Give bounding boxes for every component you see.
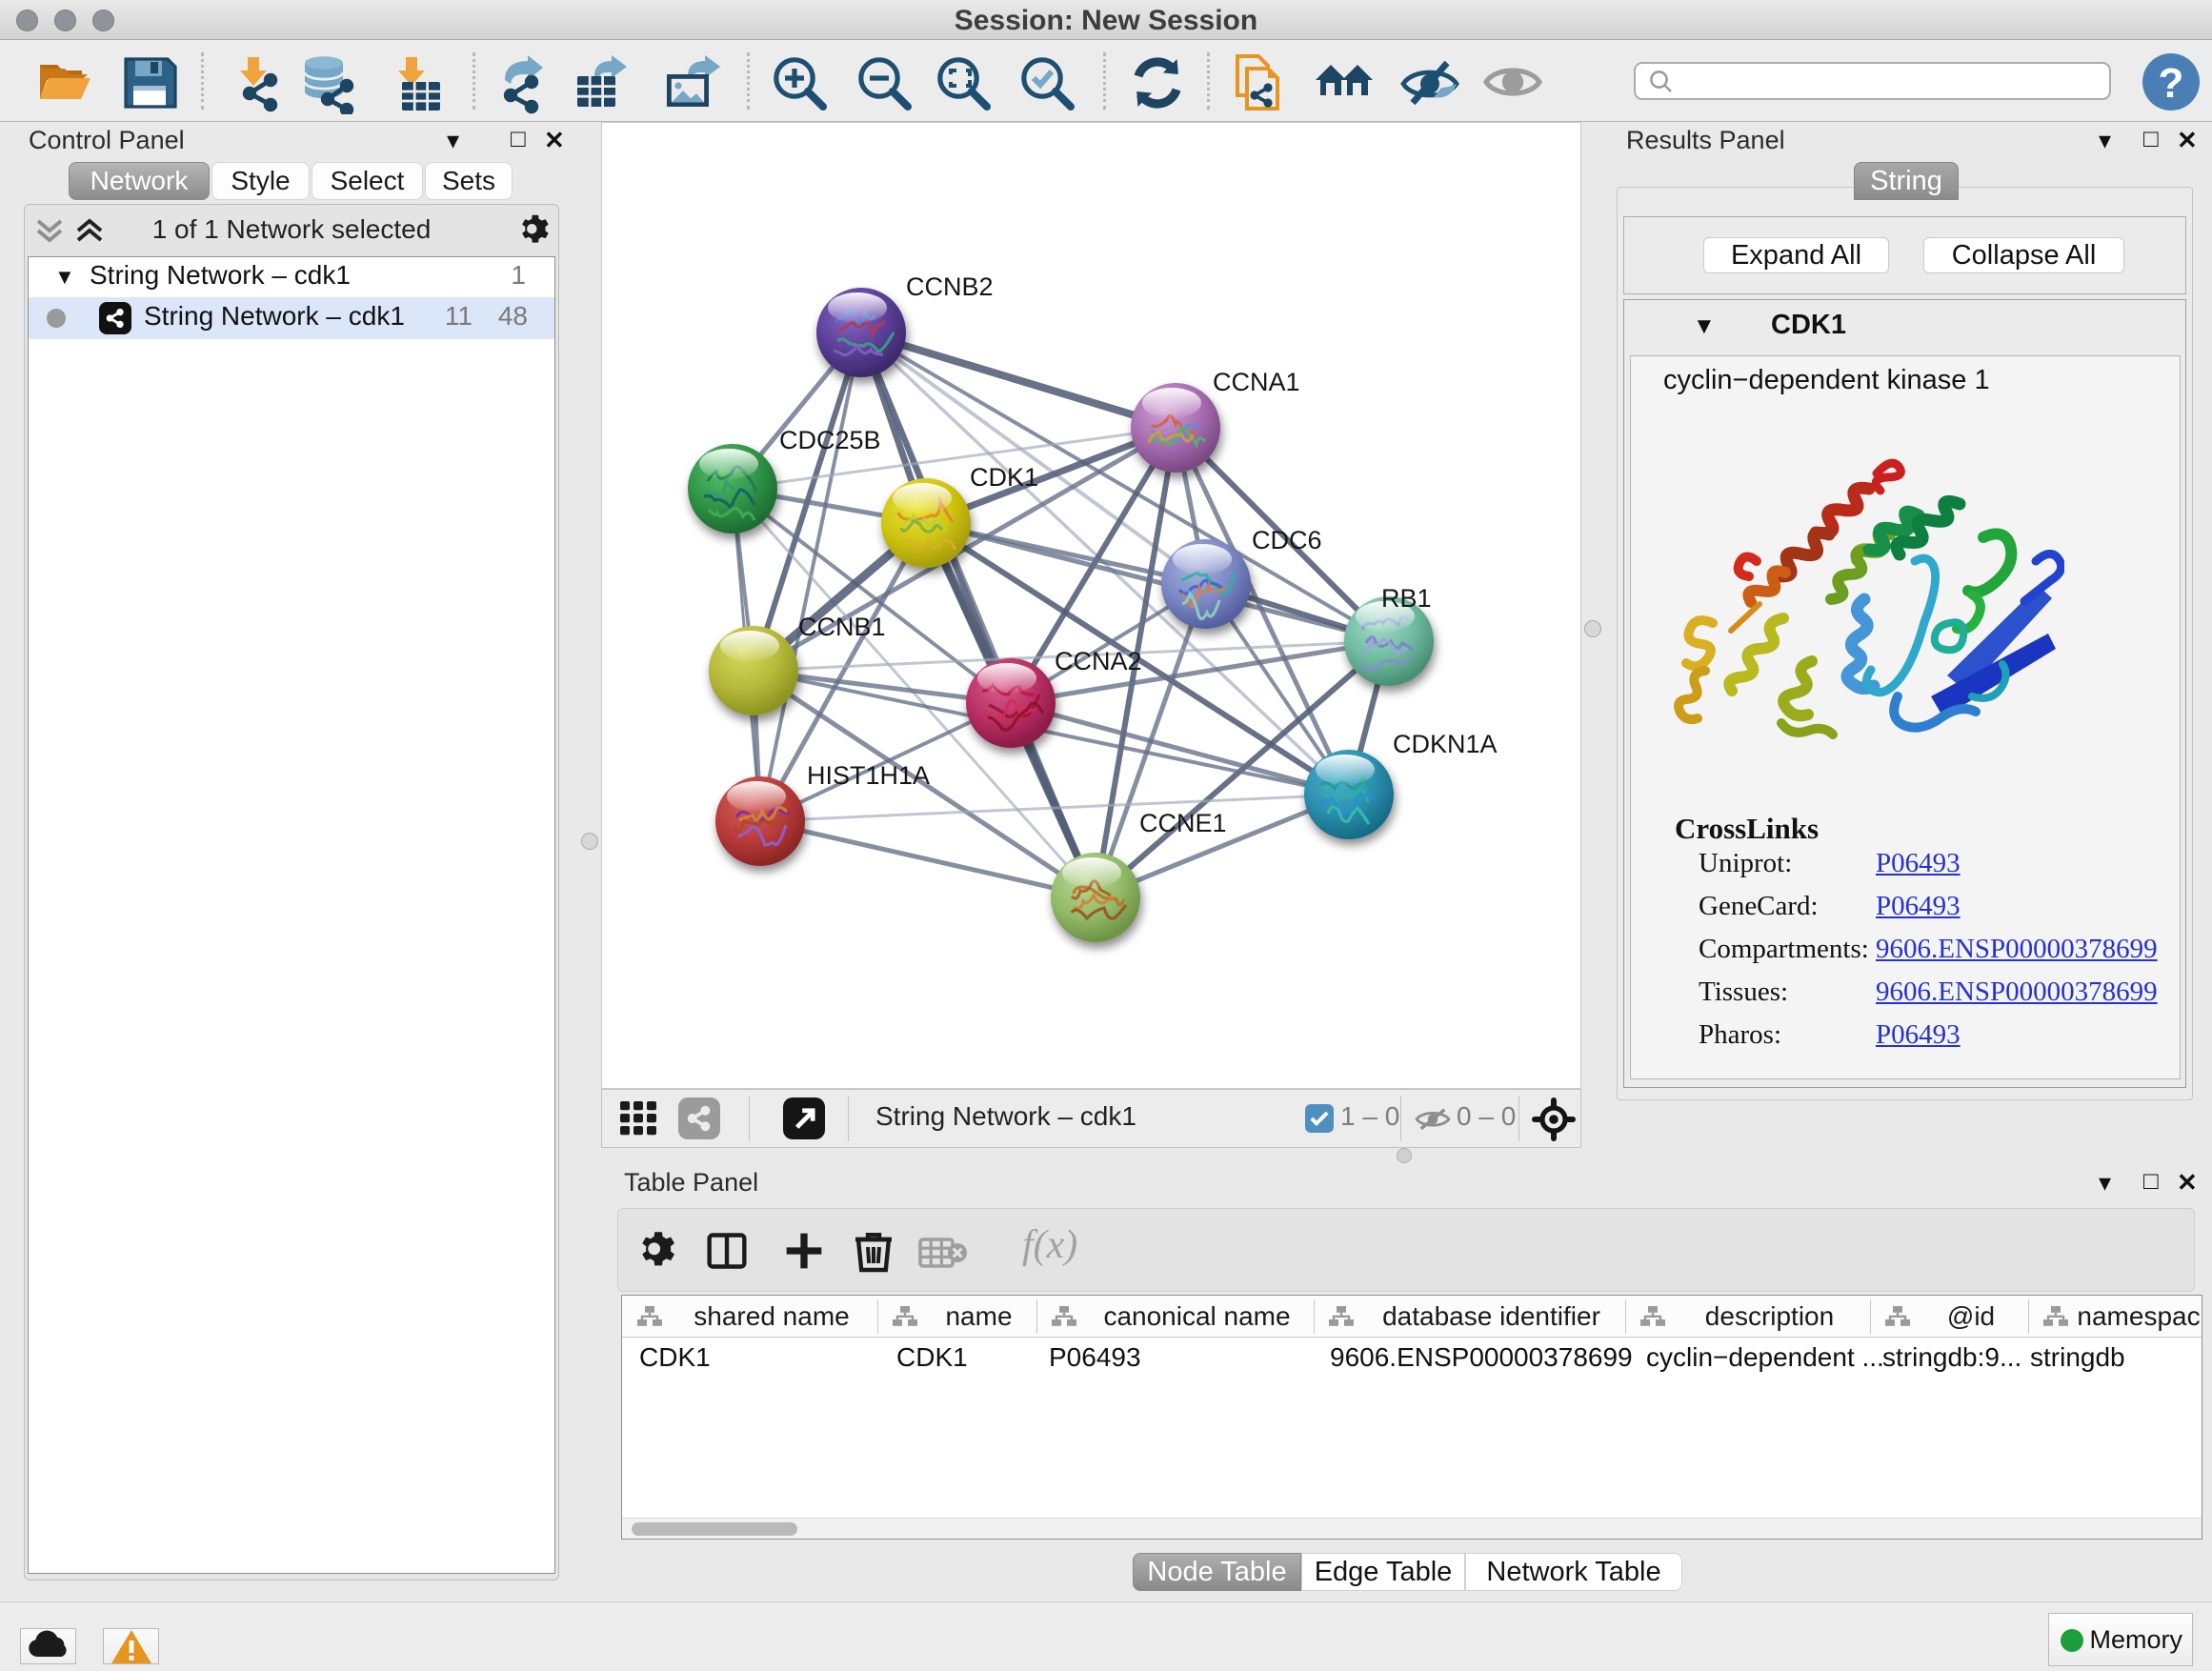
- svg-text:RB1: RB1: [1381, 584, 1432, 613]
- svg-text:CCNE1: CCNE1: [1139, 809, 1227, 837]
- svg-text:CDC6: CDC6: [1252, 526, 1322, 554]
- svg-text:CCNA2: CCNA2: [1055, 647, 1142, 675]
- svg-text:CCNB1: CCNB1: [798, 613, 886, 641]
- svg-text:?: ?: [2159, 60, 2184, 107]
- svg-text:CDKN1A: CDKN1A: [1393, 730, 1498, 758]
- svg-text:CDC25B: CDC25B: [779, 426, 881, 454]
- svg-text:HIST1H1A: HIST1H1A: [807, 761, 930, 790]
- svg-text:CCNB2: CCNB2: [906, 272, 994, 301]
- svg-text:CCNA1: CCNA1: [1213, 368, 1300, 396]
- svg-text:CDK1: CDK1: [970, 463, 1038, 492]
